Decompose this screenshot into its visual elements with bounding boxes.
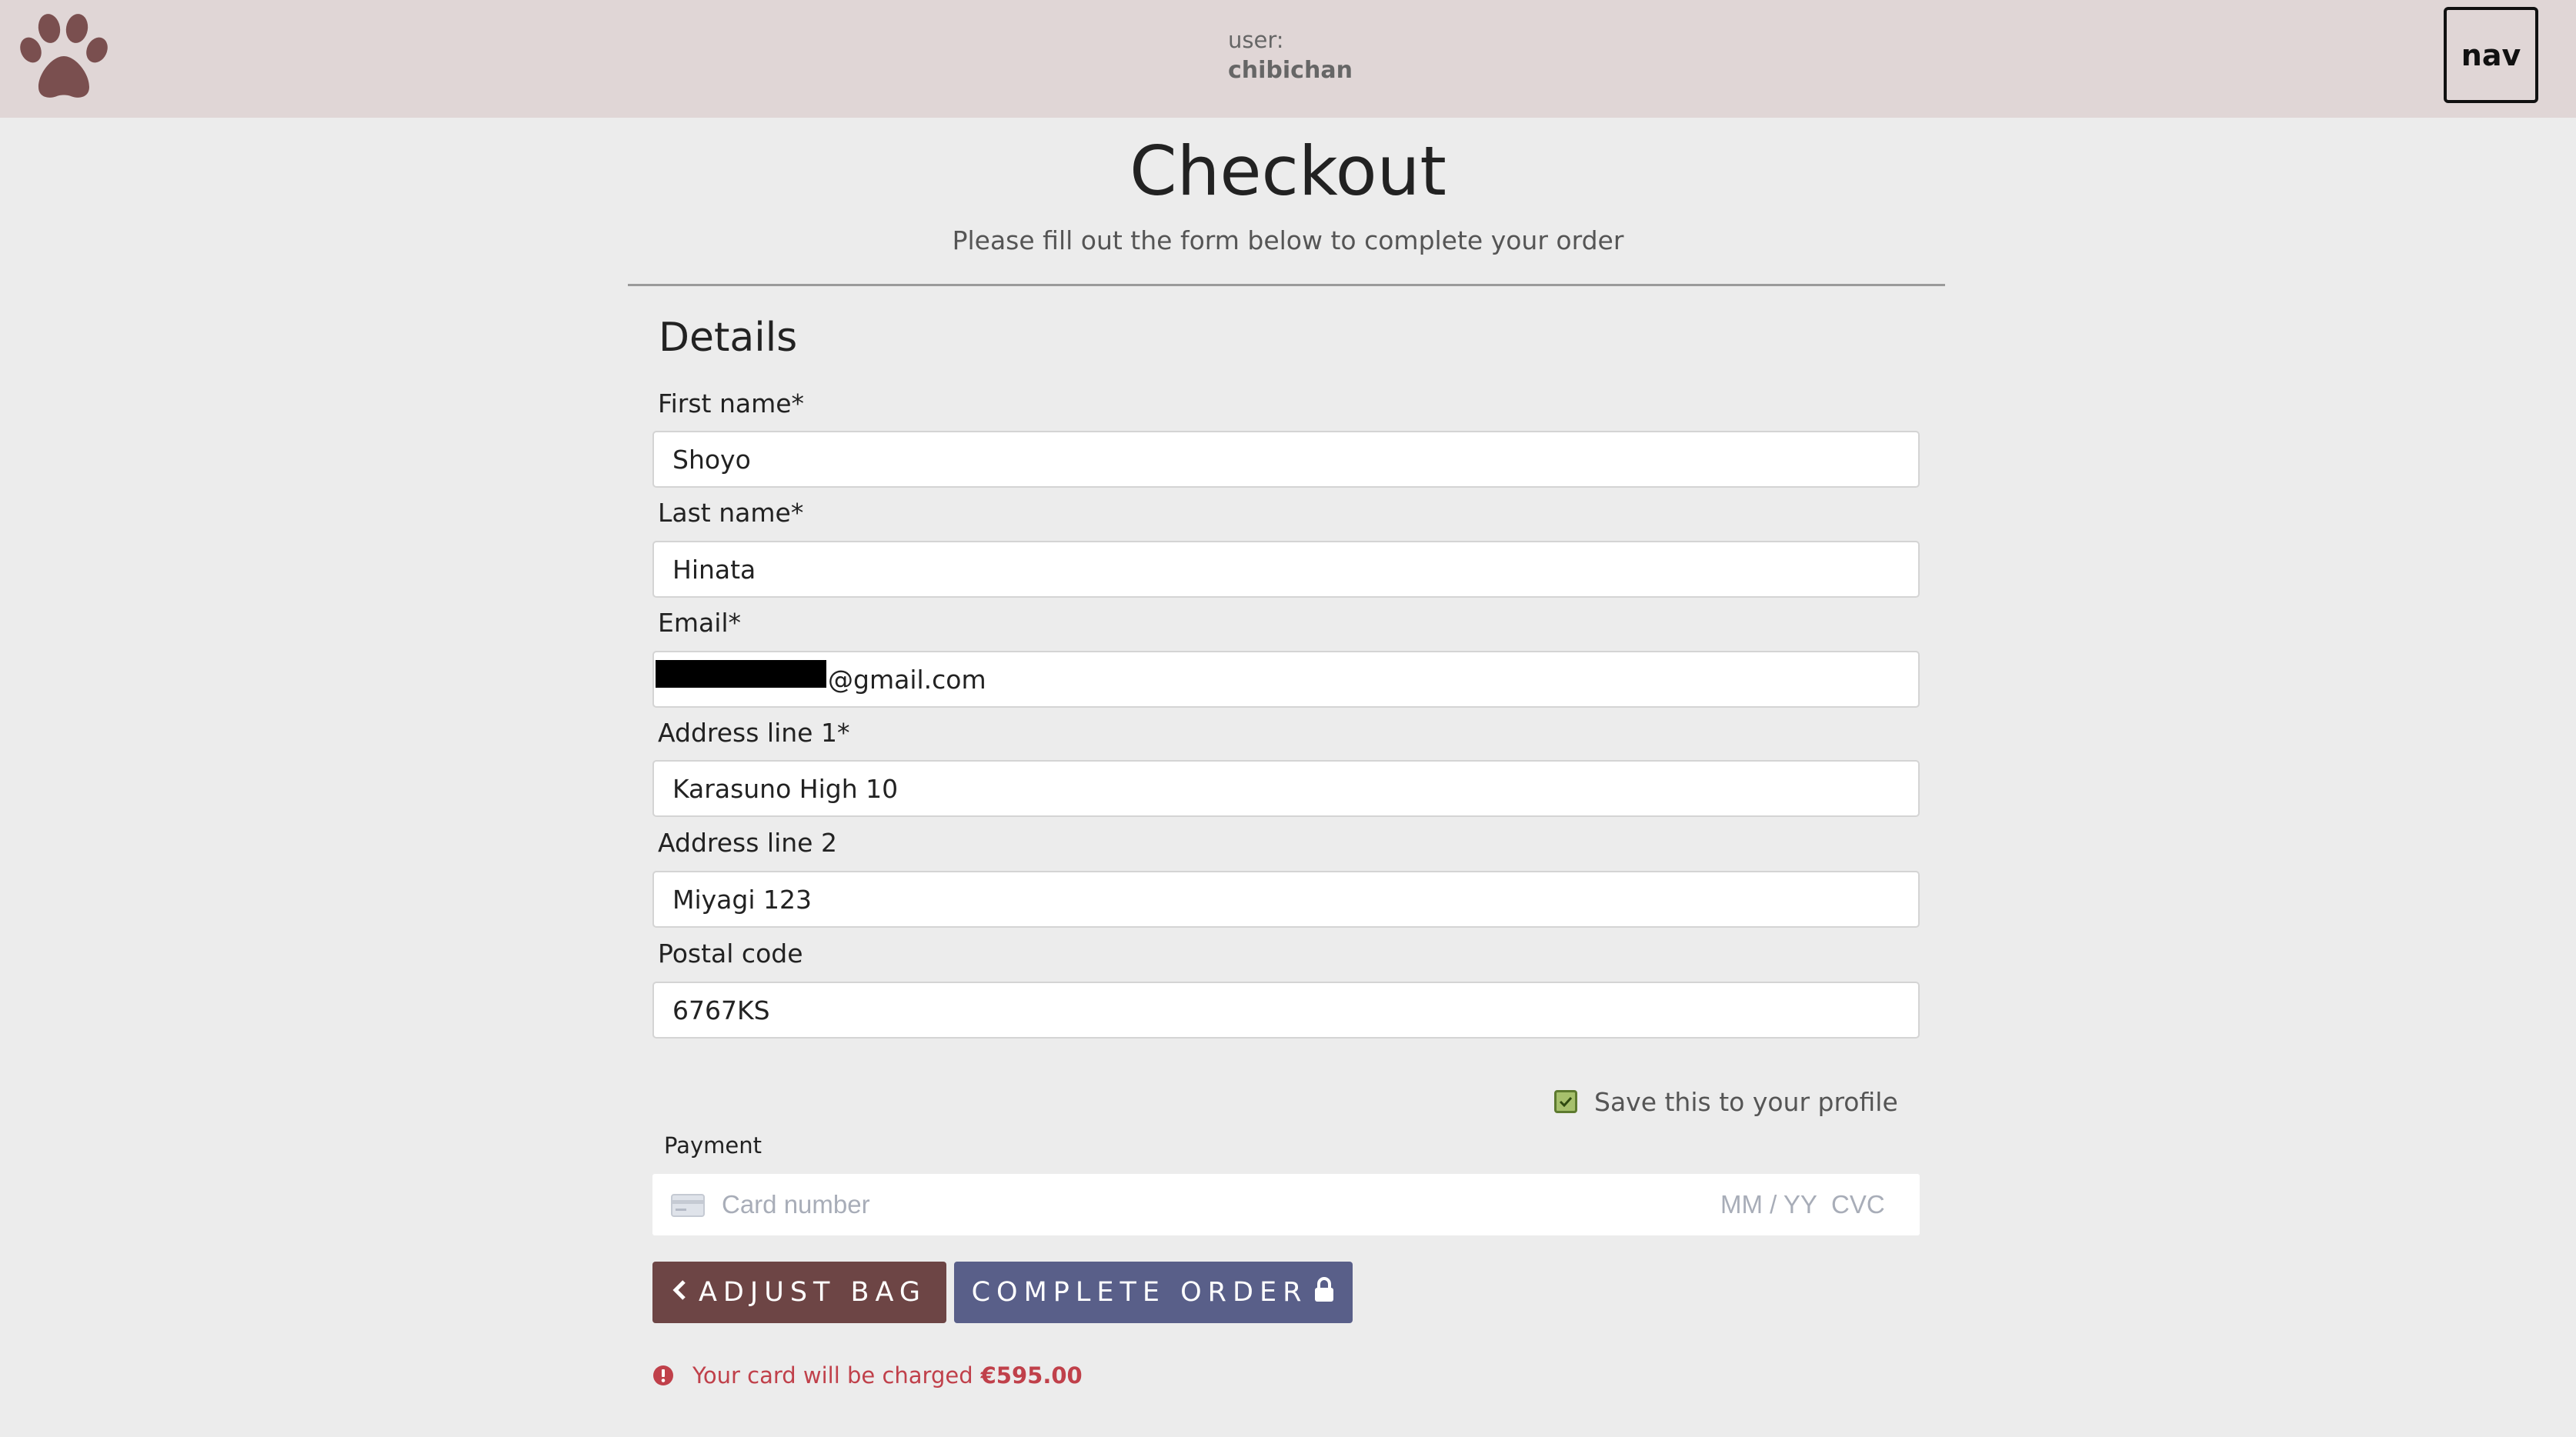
- first-name-input[interactable]: [652, 431, 1920, 488]
- address-line-2-input[interactable]: [652, 871, 1920, 928]
- complete-order-button[interactable]: COMPLETE ORDER: [954, 1262, 1353, 1323]
- top-navbar: user: chibichan nav: [0, 0, 2576, 118]
- postal-code-input[interactable]: [652, 982, 1920, 1039]
- save-to-profile-label: Save this to your profile: [1594, 1086, 1898, 1117]
- details-section-title: Details: [659, 315, 798, 361]
- charge-notice-text: Your card will be charged: [692, 1362, 973, 1389]
- address-line-1-input[interactable]: [652, 760, 1920, 817]
- postal-code-label: Postal code: [658, 939, 803, 969]
- username: chibichan: [1228, 57, 1353, 84]
- divider: [628, 284, 1945, 286]
- save-to-profile-row: Save this to your profile: [1554, 1085, 1898, 1119]
- payment-label: Payment: [664, 1132, 762, 1159]
- card-cvc-placeholder[interactable]: CVC: [1831, 1189, 1885, 1220]
- email-field-wrapper: [652, 651, 1920, 708]
- address-line-1-label: Address line 1*: [658, 718, 850, 748]
- email-input[interactable]: [652, 651, 1920, 708]
- charge-notice: Your card will be charged €595.00: [652, 1360, 1083, 1391]
- complete-order-label: COMPLETE ORDER: [971, 1277, 1308, 1308]
- card-expiry-placeholder[interactable]: MM / YY: [1720, 1189, 1817, 1220]
- card-input-field[interactable]: Card number MM / YY CVC: [652, 1174, 1920, 1235]
- paw-logo-icon[interactable]: [15, 12, 115, 104]
- adjust-bag-label: ADJUST BAG: [698, 1277, 926, 1308]
- first-name-label: First name*: [658, 388, 805, 418]
- adjust-bag-button[interactable]: ADJUST BAG: [652, 1262, 946, 1323]
- page-subtitle: Please fill out the form below to comple…: [952, 225, 1624, 255]
- credit-card-icon: [671, 1194, 705, 1217]
- nav-menu-button[interactable]: nav: [2444, 7, 2538, 103]
- page-title: Checkout: [1130, 132, 1446, 211]
- chevron-left-icon: [672, 1277, 686, 1308]
- last-name-label: Last name*: [658, 498, 804, 528]
- save-to-profile-checkbox[interactable]: [1554, 1090, 1577, 1113]
- exclamation-circle-icon: [653, 1365, 673, 1385]
- card-number-placeholder[interactable]: Card number: [722, 1189, 870, 1220]
- charge-amount: €595.00: [980, 1362, 1083, 1389]
- email-label: Email*: [658, 608, 742, 638]
- checkmark-icon: [1559, 1096, 1573, 1108]
- lock-icon: [1313, 1276, 1335, 1309]
- last-name-input[interactable]: [652, 541, 1920, 598]
- user-label: user:: [1228, 27, 1284, 53]
- address-line-2-label: Address line 2: [658, 828, 837, 858]
- redacted-email-prefix: [656, 660, 826, 688]
- user-info: user: chibichan: [1228, 26, 1353, 88]
